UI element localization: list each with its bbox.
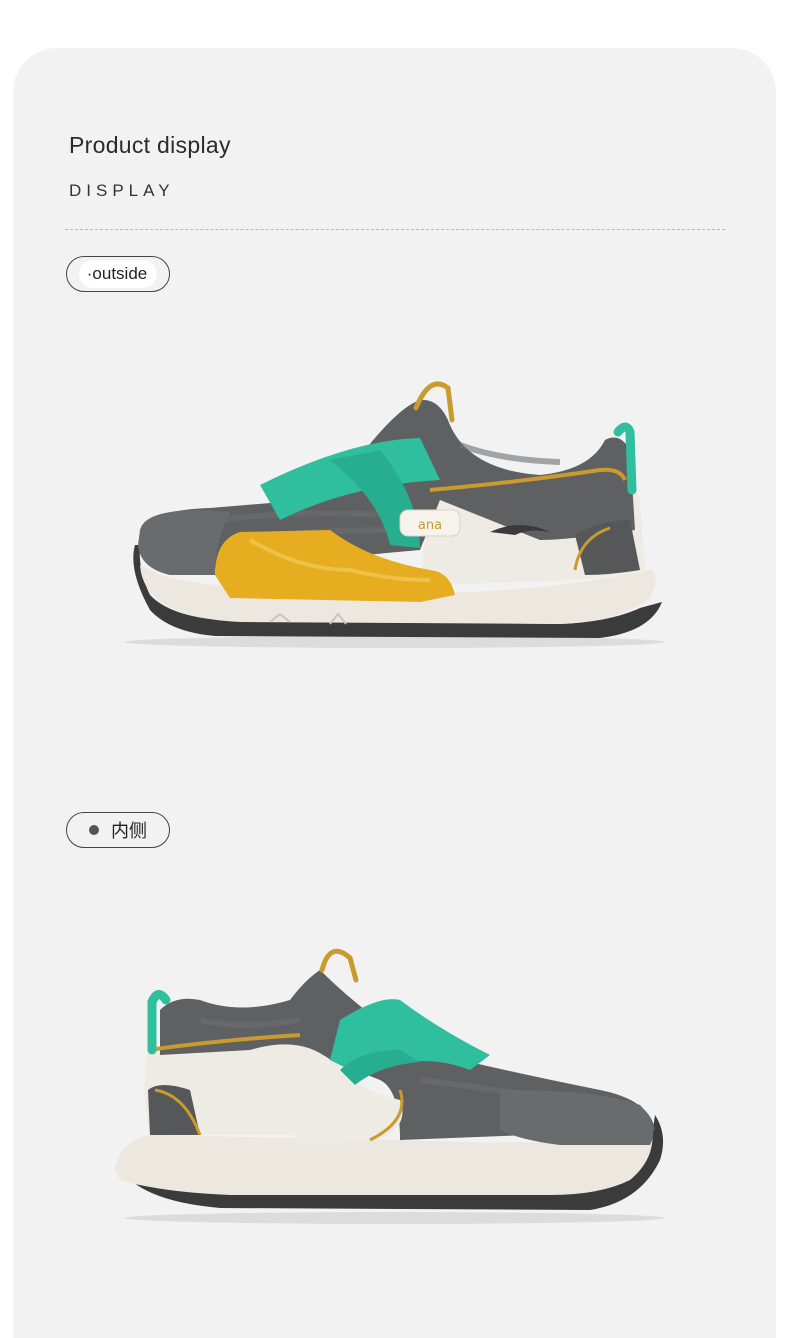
outside-view-label: ·outside (78, 260, 158, 288)
dashed-divider (65, 229, 725, 230)
bullet-dot-icon (89, 825, 99, 835)
page-subtitle: DISPLAY (69, 181, 175, 200)
shoe-inside-image (115, 948, 665, 1224)
shoe-outside-image: ana (125, 381, 665, 648)
inside-view-label: 内侧 (111, 821, 147, 841)
outside-view-tag: ·outside (66, 256, 170, 292)
inside-view-tag: 内侧 (66, 812, 170, 848)
svg-text:ana: ana (418, 518, 442, 533)
page-title: Product display (69, 132, 231, 158)
